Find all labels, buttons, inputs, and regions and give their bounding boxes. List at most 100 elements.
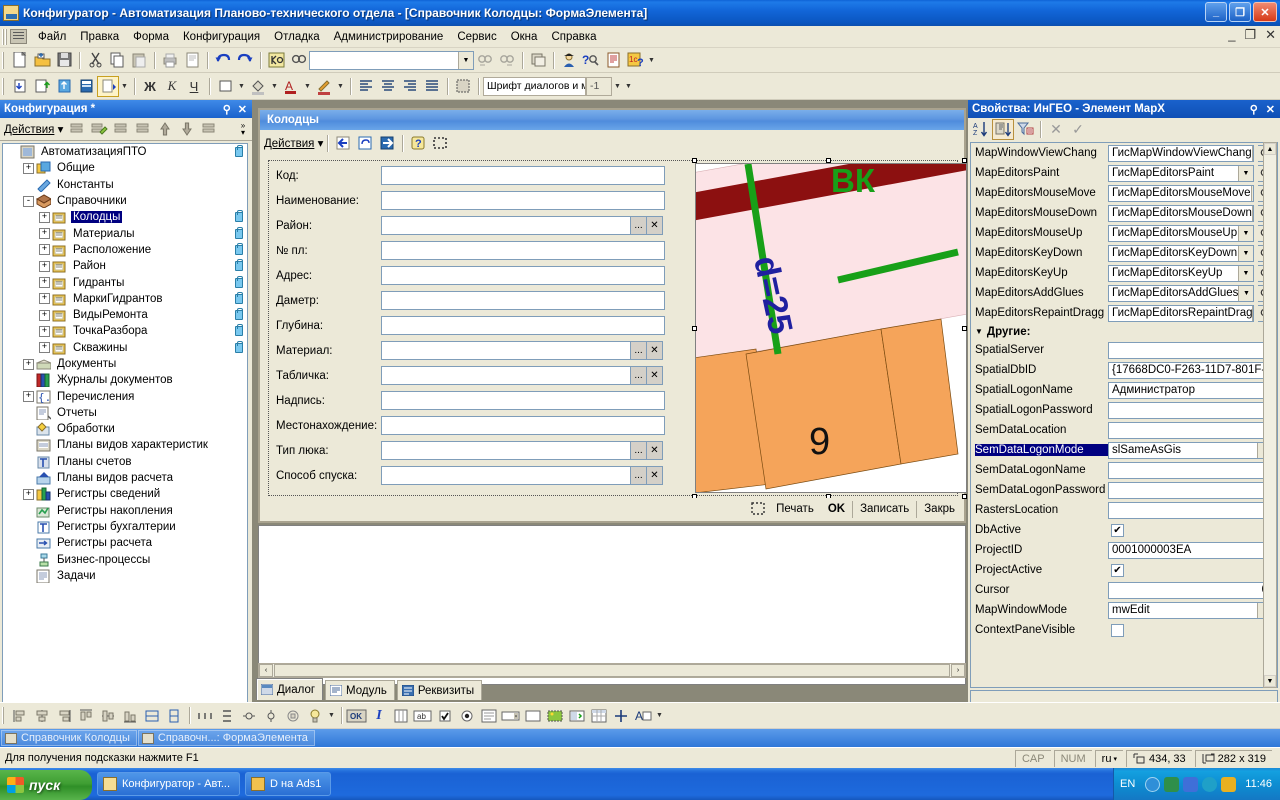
field-clear-button[interactable]: ✕ <box>647 366 663 385</box>
copy-item-icon[interactable] <box>110 119 132 140</box>
property-value[interactable] <box>1108 501 1273 519</box>
menu-form[interactable]: Форма <box>126 28 176 46</box>
property-row-MapEditorsMouseUp[interactable]: MapEditorsMouseUp ГисMapEditorsMouseUp ▼ <box>971 223 1277 243</box>
tree-item-Константы[interactable]: Константы <box>3 177 247 193</box>
menu-file[interactable]: Файл <box>31 28 73 46</box>
align-top-edges-icon[interactable] <box>75 705 97 726</box>
configuration-tree[interactable]: АвтоматизацияПТО + Общие Константы - Справочн… <box>2 143 248 712</box>
property-row-MapWindowMode[interactable]: MapWindowMode mwEdit▼ <box>971 600 1277 620</box>
spreadsheet-icon[interactable] <box>588 705 610 726</box>
property-value[interactable]: ГисMapEditorsMouseUp ▼ <box>1108 224 1254 242</box>
redo-icon[interactable] <box>234 50 256 71</box>
property-value[interactable]: ГисMapEditorsMouseDown▼ <box>1108 204 1254 222</box>
open-folder-icon[interactable] <box>31 50 53 71</box>
property-row-SemDataLogonMode[interactable]: SemDataLogonModeslSameAsGis▼ <box>971 440 1277 460</box>
tree-item-Колодцы[interactable]: + Колодцы <box>3 209 247 225</box>
export-icon[interactable] <box>31 76 53 97</box>
print-preview-icon[interactable] <box>181 50 203 71</box>
sort-items-icon[interactable] <box>198 119 220 140</box>
property-value[interactable] <box>1108 461 1273 479</box>
search-combo[interactable]: ▼ <box>309 50 474 70</box>
field-select-button[interactable]: ... <box>631 216 647 235</box>
alignment-overflow-arrow[interactable]: ▼ <box>326 705 337 726</box>
expand-icon[interactable]: + <box>39 342 50 354</box>
1c-help-icon[interactable]: 1c? <box>624 50 646 71</box>
tree-item-Общие[interactable]: + Общие <box>3 160 247 176</box>
field-input[interactable] <box>381 166 665 185</box>
print-selection-icon[interactable] <box>747 499 769 520</box>
property-value[interactable]: mwEdit▼ <box>1108 601 1273 619</box>
start-button[interactable]: пуск <box>0 769 92 800</box>
scroll-down-button[interactable]: ▼ <box>1264 675 1276 687</box>
text-document-icon[interactable] <box>478 705 500 726</box>
panel-icon[interactable] <box>522 705 544 726</box>
controls-overflow-arrow[interactable]: ▼ <box>654 705 665 726</box>
resize-handle[interactable] <box>826 158 831 163</box>
dropdown-field-icon[interactable] <box>500 705 522 726</box>
selection-icon[interactable] <box>452 76 474 97</box>
field-clear-button[interactable]: ✕ <box>647 341 663 360</box>
go-forward-icon[interactable] <box>376 133 398 154</box>
font-color-icon[interactable]: A <box>280 76 302 97</box>
mdi-close-button[interactable]: ✕ <box>1265 27 1276 43</box>
update-icon[interactable] <box>1221 776 1237 792</box>
field-clear-button[interactable]: ✕ <box>647 216 663 235</box>
fill-color-icon[interactable] <box>247 76 269 97</box>
copy-icon[interactable] <box>106 50 128 71</box>
close-icon[interactable]: ✕ <box>238 103 247 116</box>
toolbar-grip-handle[interactable] <box>2 51 6 69</box>
minimize-button[interactable]: _ <box>1205 2 1227 22</box>
property-row-SemDataLocation[interactable]: SemDataLocation <box>971 420 1277 440</box>
property-row-MapEditorsKeyUp[interactable]: MapEditorsKeyUp ГисMapEditorsKeyUp ▼ <box>971 263 1277 283</box>
tree-item-Материалы[interactable]: + Материалы <box>3 225 247 241</box>
text-art-icon[interactable]: A <box>632 705 654 726</box>
accept-icon[interactable]: ✓ <box>1067 119 1089 140</box>
sort-alpha-icon[interactable]: AZ <box>970 119 992 140</box>
field-input[interactable] <box>381 291 665 310</box>
go-back-icon[interactable] <box>332 133 354 154</box>
field-select-button[interactable]: ... <box>631 341 647 360</box>
property-group-header[interactable]: ▼ Другие: <box>971 323 1277 340</box>
font-name-field[interactable]: Шрифт диалогов и мен ... <box>483 76 586 96</box>
scroll-up-button[interactable]: ▲ <box>1264 143 1276 155</box>
help-icon[interactable]: ? <box>407 133 429 154</box>
chevron-down-icon[interactable]: ▼ <box>1238 285 1253 301</box>
tree-item-Планы счетов[interactable]: Планы счетов <box>3 454 247 470</box>
expand-icon[interactable]: + <box>39 325 50 337</box>
close-form-button[interactable]: Закрь <box>916 500 962 518</box>
sort-category-icon[interactable] <box>992 118 1014 140</box>
chevron-down-icon[interactable]: ▼ <box>458 51 473 69</box>
tree-item-Расположение[interactable]: + Расположение <box>3 242 247 258</box>
field-input[interactable] <box>381 416 665 435</box>
picture-icon[interactable] <box>544 705 566 726</box>
menu-administration[interactable]: Администрирование <box>327 28 451 46</box>
group-icon[interactable] <box>282 705 304 726</box>
taskbar-button-configurator[interactable]: Конфигуратор - Авт... <box>97 772 241 796</box>
table-field-icon[interactable] <box>390 705 412 726</box>
line-color-icon[interactable] <box>313 76 335 97</box>
property-row-ProjectID[interactable]: ProjectID 0001000003EA <box>971 540 1277 560</box>
fill-color-dropdown-arrow[interactable]: ▼ <box>269 76 280 97</box>
resize-handle[interactable] <box>962 326 967 331</box>
field-select-button[interactable]: ... <box>631 366 647 385</box>
properties-vertical-scrollbar[interactable]: ▲ ▼ <box>1263 142 1277 688</box>
taskbar-button-explorer[interactable]: D на Ads1 <box>245 772 332 796</box>
print-button[interactable]: Печать <box>769 501 821 518</box>
make-same-height-icon[interactable] <box>163 705 185 726</box>
ok-button[interactable]: OK <box>821 501 852 518</box>
delete-item-icon[interactable] <box>132 119 154 140</box>
menu-windows[interactable]: Окна <box>504 28 545 46</box>
align-right-icon[interactable] <box>399 76 421 97</box>
property-value[interactable]: 0001000003EA <box>1108 541 1273 559</box>
tree-item-Регистры расчета[interactable]: Регистры расчета <box>3 535 247 551</box>
undo-icon[interactable] <box>212 50 234 71</box>
menu-debug[interactable]: Отладка <box>267 28 326 46</box>
expand-icon[interactable]: + <box>39 277 50 289</box>
center-horizontally-icon[interactable] <box>238 705 260 726</box>
ok-button-icon[interactable]: OK <box>346 705 368 726</box>
property-row-MapEditorsKeyDown[interactable]: MapEditorsKeyDown ГисMapEditorsKeyDown ▼ <box>971 243 1277 263</box>
paste-icon[interactable] <box>128 50 150 71</box>
map-control[interactable]: ВК d=25 9 <box>695 163 967 493</box>
properties-list[interactable]: MapWindowViewChangГисMapWindowViewChang▼… <box>970 142 1278 688</box>
field-input[interactable] <box>381 366 631 385</box>
